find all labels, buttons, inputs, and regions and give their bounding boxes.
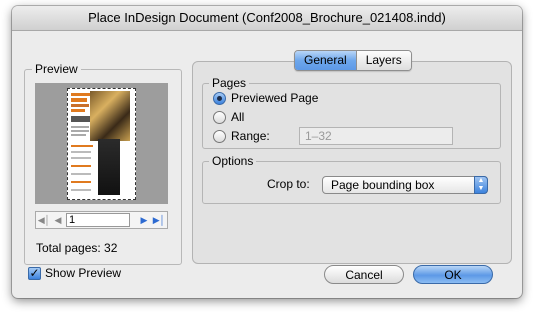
show-preview-checkbox[interactable]: ✓ Show Preview [28,266,121,280]
tab-layers[interactable]: Layers [355,51,411,70]
tab-general[interactable]: General [295,51,356,70]
radio-label: Previewed Page [231,91,319,105]
cancel-button[interactable]: Cancel [324,265,404,284]
first-page-icon[interactable]: ◀│ [37,212,51,228]
radio-label: Range: [231,129,270,143]
radio-previewed-page[interactable]: Previewed Page [213,89,318,107]
total-pages-label: Total pages: 32 [36,241,118,255]
crop-to-value: Page bounding box [331,178,435,192]
window-title: Place InDesign Document (Conf2008_Brochu… [88,10,446,25]
crop-to-select[interactable]: Page bounding box ▲ ▼ [322,176,488,194]
preview-legend: Preview [32,61,81,77]
chevron-updown-icon: ▲ ▼ [474,176,488,194]
range-field[interactable]: 1–32 [299,127,453,145]
radio-icon[interactable] [213,91,226,105]
title-bar[interactable]: Place InDesign Document (Conf2008_Brochu… [12,6,522,31]
radio-label: All [231,110,245,124]
radio-icon[interactable] [213,129,226,143]
checkmark-icon[interactable]: ✓ [28,266,41,280]
options-legend: Options [209,153,257,169]
tab-bar: General Layers [294,50,412,71]
radio-all[interactable]: All [213,108,244,126]
page-thumbnail [67,88,136,200]
settings-panel: Pages Previewed Page All Range: 1–32 Opt… [192,61,512,264]
page-number-field[interactable]: 1 [66,213,130,227]
options-group: Options Crop to: Page bounding box ▲ ▼ [202,153,501,204]
crop-to-label: Crop to: [267,177,310,191]
preview-group: Preview ◀│ ◀ 1 ▶ ▶│ Total pages: 32 [24,61,182,265]
next-page-icon[interactable]: ▶ [137,212,151,228]
preview-area [35,83,168,204]
pages-group: Pages Previewed Page All Range: 1–32 [202,75,501,149]
radio-icon[interactable] [213,110,226,124]
ok-button[interactable]: OK [413,265,493,284]
previous-page-icon[interactable]: ◀ [51,212,65,228]
show-preview-label: Show Preview [45,266,122,280]
radio-range[interactable]: Range: [213,127,270,145]
last-page-icon[interactable]: ▶│ [152,212,166,228]
page-navigator: ◀│ ◀ 1 ▶ ▶│ [35,211,168,229]
place-dialog: Place InDesign Document (Conf2008_Brochu… [12,6,522,298]
